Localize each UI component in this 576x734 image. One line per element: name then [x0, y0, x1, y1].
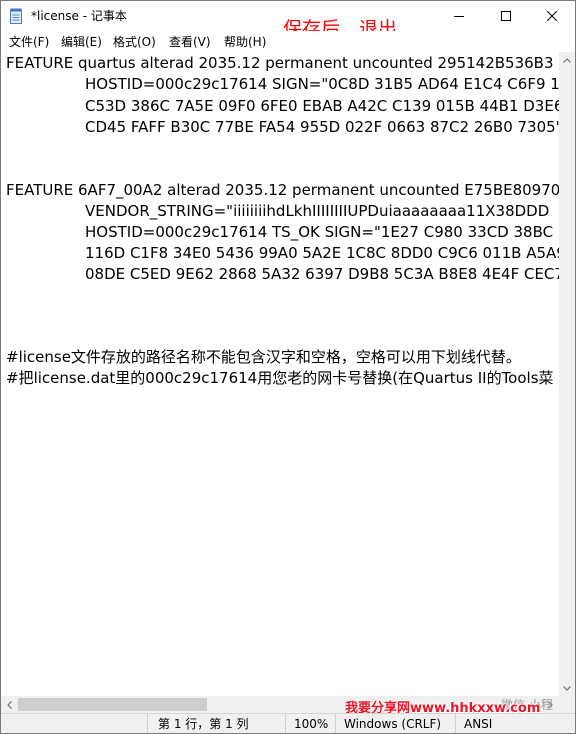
minimize-icon — [454, 16, 464, 17]
title-bar[interactable]: *license - 记事本 保存后，退出 — [1, 1, 575, 40]
vertical-scrollbar[interactable] — [559, 52, 575, 696]
comment-line: #把license.dat里的000c29c17614用您老的网卡号替换(在Qu… — [6, 369, 554, 387]
menu-help[interactable]: 帮助(H) — [224, 34, 266, 50]
status-divider — [335, 714, 336, 733]
close-button[interactable] — [529, 1, 575, 31]
maximize-icon — [501, 11, 511, 21]
text-line: CD45 FAFF B30C 77BE FA54 955D 022F 0663 … — [85, 118, 559, 136]
chevron-down-icon — [563, 685, 571, 691]
text-line: FEATURE quartus alterad 2035.12 permanen… — [6, 54, 554, 72]
menu-format[interactable]: 格式(O) — [113, 34, 156, 50]
menu-bar: 文件(F) 编辑(E) 格式(O) 查看(V) 帮助(H) — [1, 31, 575, 51]
status-divider — [285, 714, 286, 733]
status-divider — [455, 714, 456, 733]
horizontal-scroll-thumb[interactable] — [18, 698, 207, 711]
text-line: FEATURE 6AF7_00A2 alterad 2035.12 perman… — [6, 181, 559, 199]
encoding: ANSI — [464, 717, 493, 731]
menu-file[interactable]: 文件(F) — [9, 34, 49, 50]
text-line: HOSTID=000c29c17614 TS_OK SIGN="1E27 C98… — [85, 223, 554, 241]
menu-edit[interactable]: 编辑(E) — [61, 34, 102, 50]
text-line: 08DE C5ED 9E62 2868 5A32 6397 D9B8 5C3A … — [85, 265, 559, 283]
scroll-up-button[interactable] — [559, 52, 575, 68]
zoom-level: 100% — [294, 717, 329, 731]
status-divider — [147, 714, 148, 733]
text-line: 116D C1F8 34E0 5436 99A0 5A2E 1C8C 8DD0 … — [85, 244, 559, 262]
chevron-left-icon — [7, 700, 12, 709]
text-line: HOSTID=000c29c17614 SIGN="0C8D 31B5 AD64… — [85, 75, 559, 93]
menu-view[interactable]: 查看(V) — [169, 34, 211, 50]
scrollbar-corner — [559, 696, 575, 713]
text-editor[interactable]: FEATURE quartus alterad 2035.12 permanen… — [1, 52, 559, 696]
scroll-down-button[interactable] — [559, 680, 575, 696]
notepad-icon — [10, 8, 22, 24]
minimize-button[interactable] — [436, 1, 482, 31]
notepad-window: *license - 记事本 保存后，退出 文件(F) 编辑(E) 格式(O) … — [0, 0, 576, 734]
text-line: VENDOR_STRING="iiiiiiiihdLkhIIIIIIIIUPDu… — [85, 202, 550, 220]
scroll-left-button[interactable] — [1, 696, 18, 713]
maximize-button[interactable] — [483, 1, 529, 31]
window-title: *license - 记事本 — [31, 9, 127, 23]
text-line: C53D 386C 7A5E 09F0 6FE0 EBAB A42C C139 … — [85, 97, 559, 115]
chevron-up-icon — [563, 57, 571, 63]
status-bar: 第 1 行，第 1 列 100% Windows (CRLF) ANSI — [1, 713, 575, 733]
comment-line: #license文件存放的路径名称不能包含汉字和空格，空格可以用下划线代替。 — [6, 348, 521, 366]
cursor-position: 第 1 行，第 1 列 — [158, 717, 249, 731]
line-ending: Windows (CRLF) — [344, 717, 442, 731]
close-icon — [547, 11, 557, 21]
